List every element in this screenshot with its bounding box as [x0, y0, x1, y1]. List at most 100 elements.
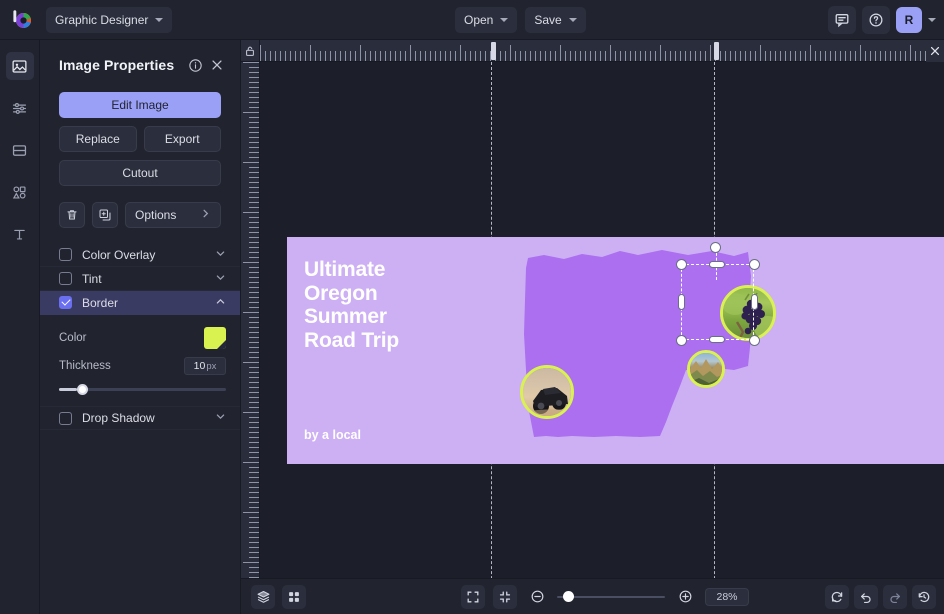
zoom-level[interactable]: 28%	[705, 587, 749, 606]
checkbox-drop-shadow[interactable]	[59, 411, 72, 425]
replace-button[interactable]: Replace	[59, 126, 137, 152]
undo-icon[interactable]	[854, 584, 878, 609]
slider-knob[interactable]	[77, 384, 88, 395]
checkbox-tint[interactable]	[59, 272, 72, 285]
ruler-tick	[249, 237, 259, 238]
handle-bottom-right[interactable]	[750, 336, 759, 345]
ruler-tick	[800, 51, 801, 61]
info-circle-icon[interactable]	[186, 56, 204, 74]
brand-logo-icon[interactable]	[10, 8, 34, 32]
horizontal-ruler[interactable]	[241, 40, 944, 62]
checkbox-border[interactable]	[59, 296, 72, 309]
refresh-icon[interactable]	[825, 584, 849, 609]
document-type-selector[interactable]: Graphic Designer	[46, 6, 173, 33]
ruler-tick	[249, 397, 259, 398]
edit-image-button[interactable]: Edit Image	[59, 92, 221, 118]
ruler-tick	[850, 51, 851, 61]
save-button[interactable]: Save	[525, 7, 586, 33]
comment-icon[interactable]	[828, 6, 856, 34]
handle-middle-right[interactable]	[752, 295, 757, 309]
rail-item-adjustments[interactable]	[6, 94, 34, 122]
ruler-tick	[890, 51, 891, 61]
handle-bottom-left[interactable]	[677, 336, 686, 345]
ruler-tick	[249, 527, 259, 528]
rail-item-image[interactable]	[5, 52, 34, 80]
handle-top-left[interactable]	[677, 260, 686, 269]
photo-canyon[interactable]	[687, 350, 725, 388]
lock-icon[interactable]	[241, 40, 260, 62]
ruler-tick	[249, 547, 259, 548]
help-circle-icon[interactable]	[862, 6, 890, 34]
artboard[interactable]: Ultimate Oregon Summer Road Trip by a lo…	[287, 237, 944, 464]
options-button[interactable]: Options	[125, 202, 221, 228]
border-thickness-input[interactable]: 10 px	[184, 357, 226, 375]
duplicate-icon[interactable]	[92, 202, 118, 228]
ruler-tick	[249, 442, 259, 443]
redo-icon[interactable]	[883, 584, 907, 609]
layers-icon[interactable]	[251, 584, 275, 609]
zoom-to-fit-icon[interactable]	[493, 584, 517, 609]
close-icon[interactable]	[926, 40, 944, 62]
ruler-tick	[390, 51, 391, 61]
artboard-byline[interactable]: by a local	[304, 428, 361, 442]
ruler-tick	[249, 532, 259, 533]
checkbox-color-overlay[interactable]	[59, 248, 72, 261]
border-color-swatch[interactable]	[204, 327, 226, 349]
open-button[interactable]: Open	[455, 7, 518, 33]
chevron-down-icon[interactable]	[215, 248, 226, 262]
photo-dune-buggy[interactable]	[520, 365, 574, 419]
chevron-up-icon[interactable]	[215, 296, 226, 310]
ruler-tick	[630, 51, 631, 61]
zoom-slider[interactable]	[557, 590, 665, 604]
export-button[interactable]: Export	[143, 126, 221, 152]
zoom-slider-knob[interactable]	[563, 590, 574, 602]
fit-to-screen-icon[interactable]	[461, 584, 485, 609]
zoom-out-icon[interactable]	[525, 585, 549, 609]
vertical-ruler[interactable]	[241, 62, 260, 614]
ruler-guide-marker[interactable]	[491, 42, 496, 60]
property-row-tint[interactable]: Tint	[40, 267, 240, 291]
property-row-color-overlay[interactable]: Color Overlay	[40, 243, 240, 267]
close-icon[interactable]	[208, 56, 226, 74]
canvas-area: Ultimate Oregon Summer Road Trip by a lo…	[241, 40, 944, 614]
artboard-headline[interactable]: Ultimate Oregon Summer Road Trip	[304, 258, 399, 352]
rail-item-layout[interactable]	[6, 136, 34, 164]
property-row-drop-shadow[interactable]: Drop Shadow	[40, 406, 240, 430]
chevron-down-icon[interactable]	[928, 18, 936, 22]
ruler-tick	[249, 272, 259, 273]
property-label: Border	[82, 295, 119, 310]
border-settings: Color Thickness 10 px	[40, 315, 240, 380]
rotate-handle[interactable]	[711, 243, 720, 252]
property-row-border[interactable]: Border	[40, 291, 240, 315]
zoom-in-icon[interactable]	[673, 585, 697, 609]
trash-icon[interactable]	[59, 202, 85, 228]
grid-icon[interactable]	[282, 584, 306, 609]
selection-box[interactable]	[681, 264, 754, 340]
handle-bottom-center[interactable]	[710, 337, 724, 342]
canvas-board[interactable]: Ultimate Oregon Summer Road Trip by a lo…	[260, 62, 944, 614]
ruler-tick	[315, 51, 316, 61]
history-icon[interactable]	[912, 584, 936, 609]
avatar[interactable]: R	[896, 7, 922, 33]
ruler-tick	[660, 45, 661, 61]
ruler-tick	[249, 87, 259, 88]
ruler-tick	[620, 51, 621, 61]
ruler-guide-marker[interactable]	[714, 42, 719, 60]
ruler-tick	[845, 51, 846, 61]
chevron-down-icon[interactable]	[215, 411, 226, 425]
cutout-button[interactable]: Cutout	[59, 160, 221, 186]
headline-line-4: Road Trip	[304, 328, 400, 352]
handle-top-right[interactable]	[750, 260, 759, 269]
handle-top-center[interactable]	[710, 262, 724, 267]
ruler-tick	[865, 51, 866, 61]
ruler-tick	[249, 432, 259, 433]
ruler-tick	[835, 51, 836, 61]
rail-item-shapes[interactable]	[6, 178, 34, 206]
border-thickness-slider[interactable]	[59, 382, 226, 396]
chevron-down-icon[interactable]	[215, 272, 226, 286]
ruler-tick	[249, 407, 259, 408]
ruler-tick	[505, 51, 506, 61]
rail-item-text[interactable]	[6, 220, 34, 248]
handle-middle-left[interactable]	[679, 295, 684, 309]
ruler-tick	[249, 257, 259, 258]
